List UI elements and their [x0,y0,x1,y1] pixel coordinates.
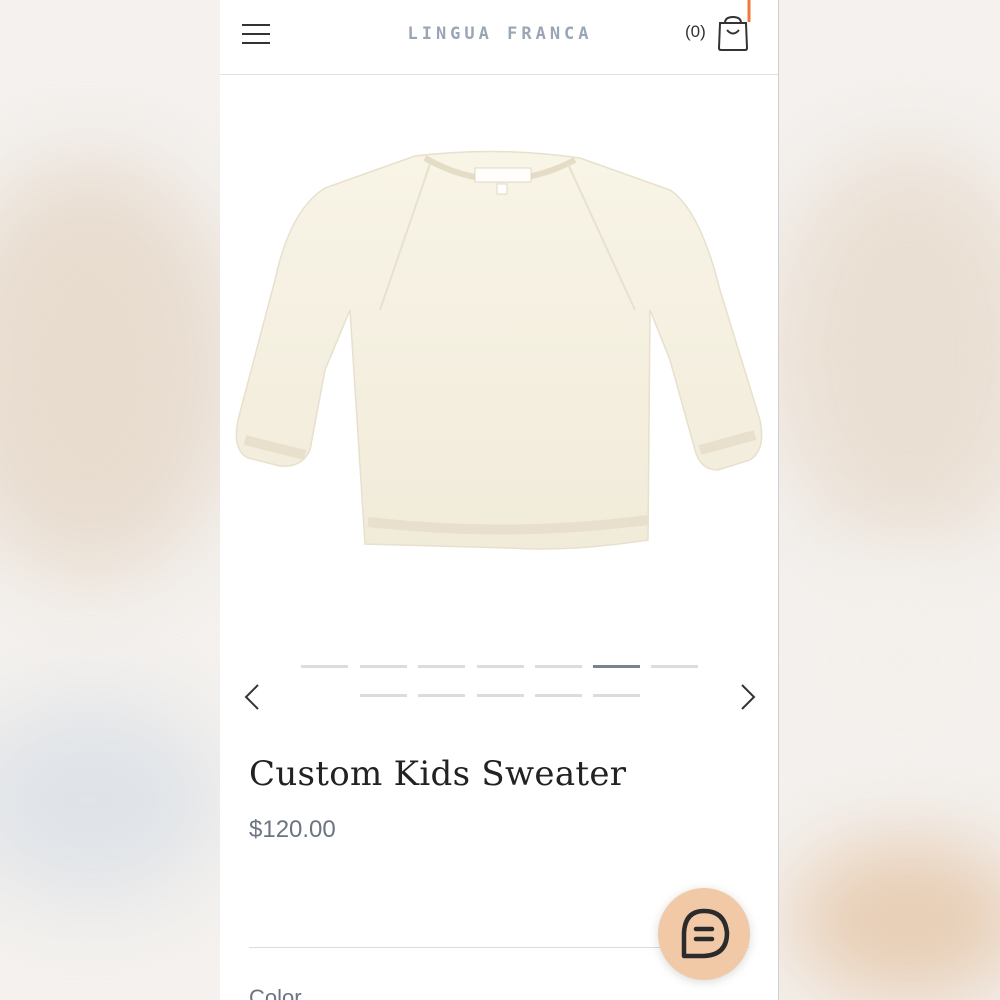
cart-count: (0) [685,22,706,41]
slide-dot[interactable] [477,665,524,668]
product-title: Custom Kids Sweater [249,754,627,794]
annotation-mark [747,0,751,22]
slide-dot[interactable] [360,665,407,668]
slide-dot[interactable] [651,665,698,668]
site-header: LINGUA FRANCA (0) [220,0,778,75]
chevron-right-icon[interactable] [732,682,762,712]
brand-logo[interactable]: LINGUA FRANCA [370,24,630,44]
chat-button[interactable] [658,888,750,980]
mobile-page: LINGUA FRANCA (0) Custom Kids Sweater $1… [220,0,779,1000]
product-price: $120.00 [249,816,336,843]
slide-dot[interactable] [477,694,524,697]
slide-dot[interactable] [418,694,465,697]
slide-dot[interactable] [535,694,582,697]
chat-bubble-icon [681,908,730,959]
slide-indicator-row [220,665,778,669]
slide-dot[interactable] [418,665,465,668]
slide-dot[interactable] [301,665,348,668]
slide-dot[interactable] [593,665,640,668]
slide-indicator-row [220,694,778,698]
slide-dot[interactable] [593,694,640,697]
slide-dot[interactable] [535,665,582,668]
shopping-bag-icon[interactable] [716,14,750,52]
product-gallery [220,75,778,655]
product-image[interactable] [230,150,766,560]
slide-dot[interactable] [360,694,407,697]
chevron-left-icon[interactable] [238,682,268,712]
hamburger-menu-icon[interactable] [242,22,270,46]
color-option-label: Color [249,985,302,1000]
